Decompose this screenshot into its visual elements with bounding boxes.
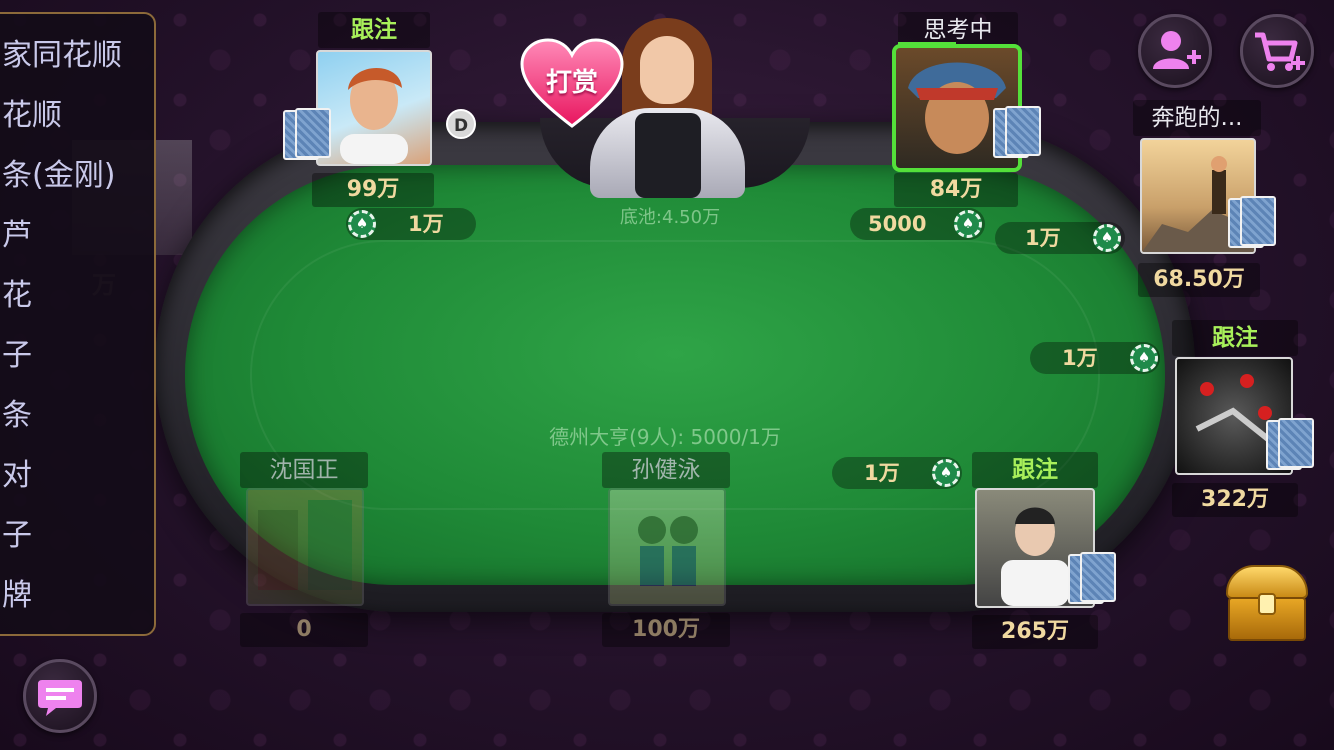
table-title: 德州大亨(9人): 5000/1万 xyxy=(549,425,781,449)
player-money-top-right: 84万 xyxy=(894,173,1018,207)
tip-dealer-button[interactable]: 打赏 xyxy=(520,38,624,130)
ranking-item: 子 xyxy=(2,338,32,373)
ranking-item: 条(金刚) xyxy=(2,158,116,193)
ranking-item: 牌 xyxy=(2,578,32,613)
player-bet-top-left: ♠ 1万 xyxy=(346,208,476,240)
tip-label: 打赏 xyxy=(545,68,598,98)
shop-button[interactable] xyxy=(1240,14,1314,88)
ranking-item: 芦 xyxy=(2,218,32,253)
ranking-item: 花顺 xyxy=(2,98,62,133)
player-status-top-left: 跟注 xyxy=(318,12,430,48)
player-avatar-bottom-left[interactable] xyxy=(246,488,364,606)
player-avatar-bottom-center[interactable] xyxy=(608,488,726,606)
chat-button[interactable] xyxy=(23,659,97,733)
ranking-item: 家同花顺 xyxy=(2,38,122,73)
ranking-item: 子 xyxy=(2,518,32,553)
add-friend-icon xyxy=(1153,31,1201,69)
player-name-bottom-left: 沈国正 xyxy=(240,452,368,488)
player-status-bottom-right: 跟注 xyxy=(972,452,1098,488)
treasure-chest-button[interactable] xyxy=(1224,563,1310,643)
player-cards-bottom-right xyxy=(1068,552,1118,610)
player-bet-bottom-right: 1万 ♠ xyxy=(832,457,962,489)
hand-rankings-panel[interactable]: 家同花顺 花顺 条(金刚) 芦 花 子 条 对 子 牌 xyxy=(0,12,156,636)
player-money-bottom-right: 265万 xyxy=(972,615,1098,649)
chip-icon: ♠ xyxy=(932,459,960,487)
player-money-bottom-left: 0 xyxy=(240,613,368,647)
player-name-bottom-center: 孙健泳 xyxy=(602,452,730,488)
ranking-item: 花 xyxy=(2,278,32,313)
player-bet-top-right: 5000 ♠ xyxy=(850,208,985,240)
player-cards-top-left xyxy=(283,108,333,166)
player-cards-right-top xyxy=(1228,196,1278,254)
player-money-right-mid: 322万 xyxy=(1172,483,1298,517)
ranking-item: 条 xyxy=(2,398,32,433)
chip-icon: ♠ xyxy=(348,210,376,238)
player-cards-top-right xyxy=(993,106,1043,164)
pot-label: 底池:4.50万 xyxy=(619,207,721,228)
add-friend-button[interactable] xyxy=(1138,14,1212,88)
ranking-item: 对 xyxy=(2,458,32,493)
player-name-right-top: 奔跑的... xyxy=(1133,100,1261,136)
player-bet-right-top: 1万 ♠ xyxy=(995,222,1125,254)
player-money-right-top: 68.50万 xyxy=(1138,263,1260,297)
player-bet-right-mid: 1万 ♠ xyxy=(1030,342,1160,374)
dealer-button: D xyxy=(446,109,476,139)
chip-icon: ♠ xyxy=(1130,344,1158,372)
player-status-right-mid: 跟注 xyxy=(1172,320,1298,356)
player-money-bottom-center: 100万 xyxy=(602,613,730,647)
chip-icon: ♠ xyxy=(1093,224,1121,252)
chip-icon: ♠ xyxy=(954,210,982,238)
chat-icon xyxy=(38,680,82,716)
player-avatar-top-left[interactable] xyxy=(316,50,432,166)
player-cards-right-mid xyxy=(1266,418,1316,476)
player-money-top-left: 99万 xyxy=(312,173,434,207)
shop-cart-icon xyxy=(1255,32,1305,71)
